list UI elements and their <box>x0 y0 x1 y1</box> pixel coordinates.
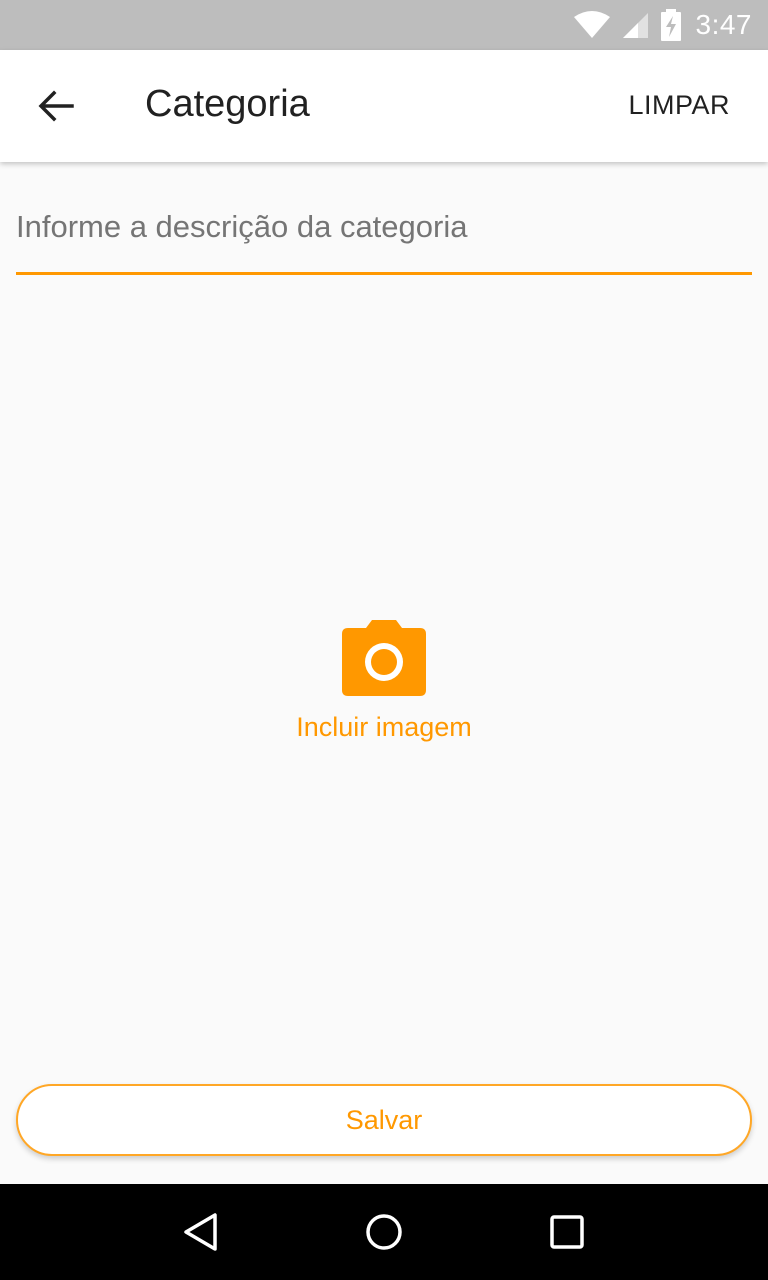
status-time: 3:47 <box>695 9 752 40</box>
nav-back-button[interactable] <box>171 1202 231 1262</box>
clear-button[interactable]: LIMPAR <box>628 90 730 121</box>
description-input[interactable] <box>16 195 752 275</box>
add-image-button[interactable]: Incluir imagem <box>234 618 534 758</box>
camera-icon <box>342 620 426 696</box>
status-bar: 3:47 <box>0 0 768 50</box>
recents-square-icon <box>549 1215 584 1249</box>
app-bar: Categoria LIMPAR <box>0 50 768 162</box>
add-image-label: Incluir imagem <box>296 712 472 742</box>
system-nav-bar <box>0 1184 768 1280</box>
battery-charging-icon <box>660 9 681 41</box>
arrow-back-icon <box>38 90 74 122</box>
home-circle-icon <box>366 1214 402 1250</box>
signal-icon <box>622 13 648 38</box>
wifi-icon <box>573 11 610 38</box>
save-button-label: Salvar <box>345 1104 423 1135</box>
nav-recents-button[interactable] <box>537 1202 597 1262</box>
back-button[interactable] <box>24 78 88 134</box>
page-title: Categoria <box>145 83 310 125</box>
status-icons <box>573 9 682 41</box>
save-button[interactable]: Salvar <box>16 1084 752 1156</box>
back-triangle-icon <box>184 1213 218 1251</box>
nav-home-button[interactable] <box>354 1202 414 1262</box>
